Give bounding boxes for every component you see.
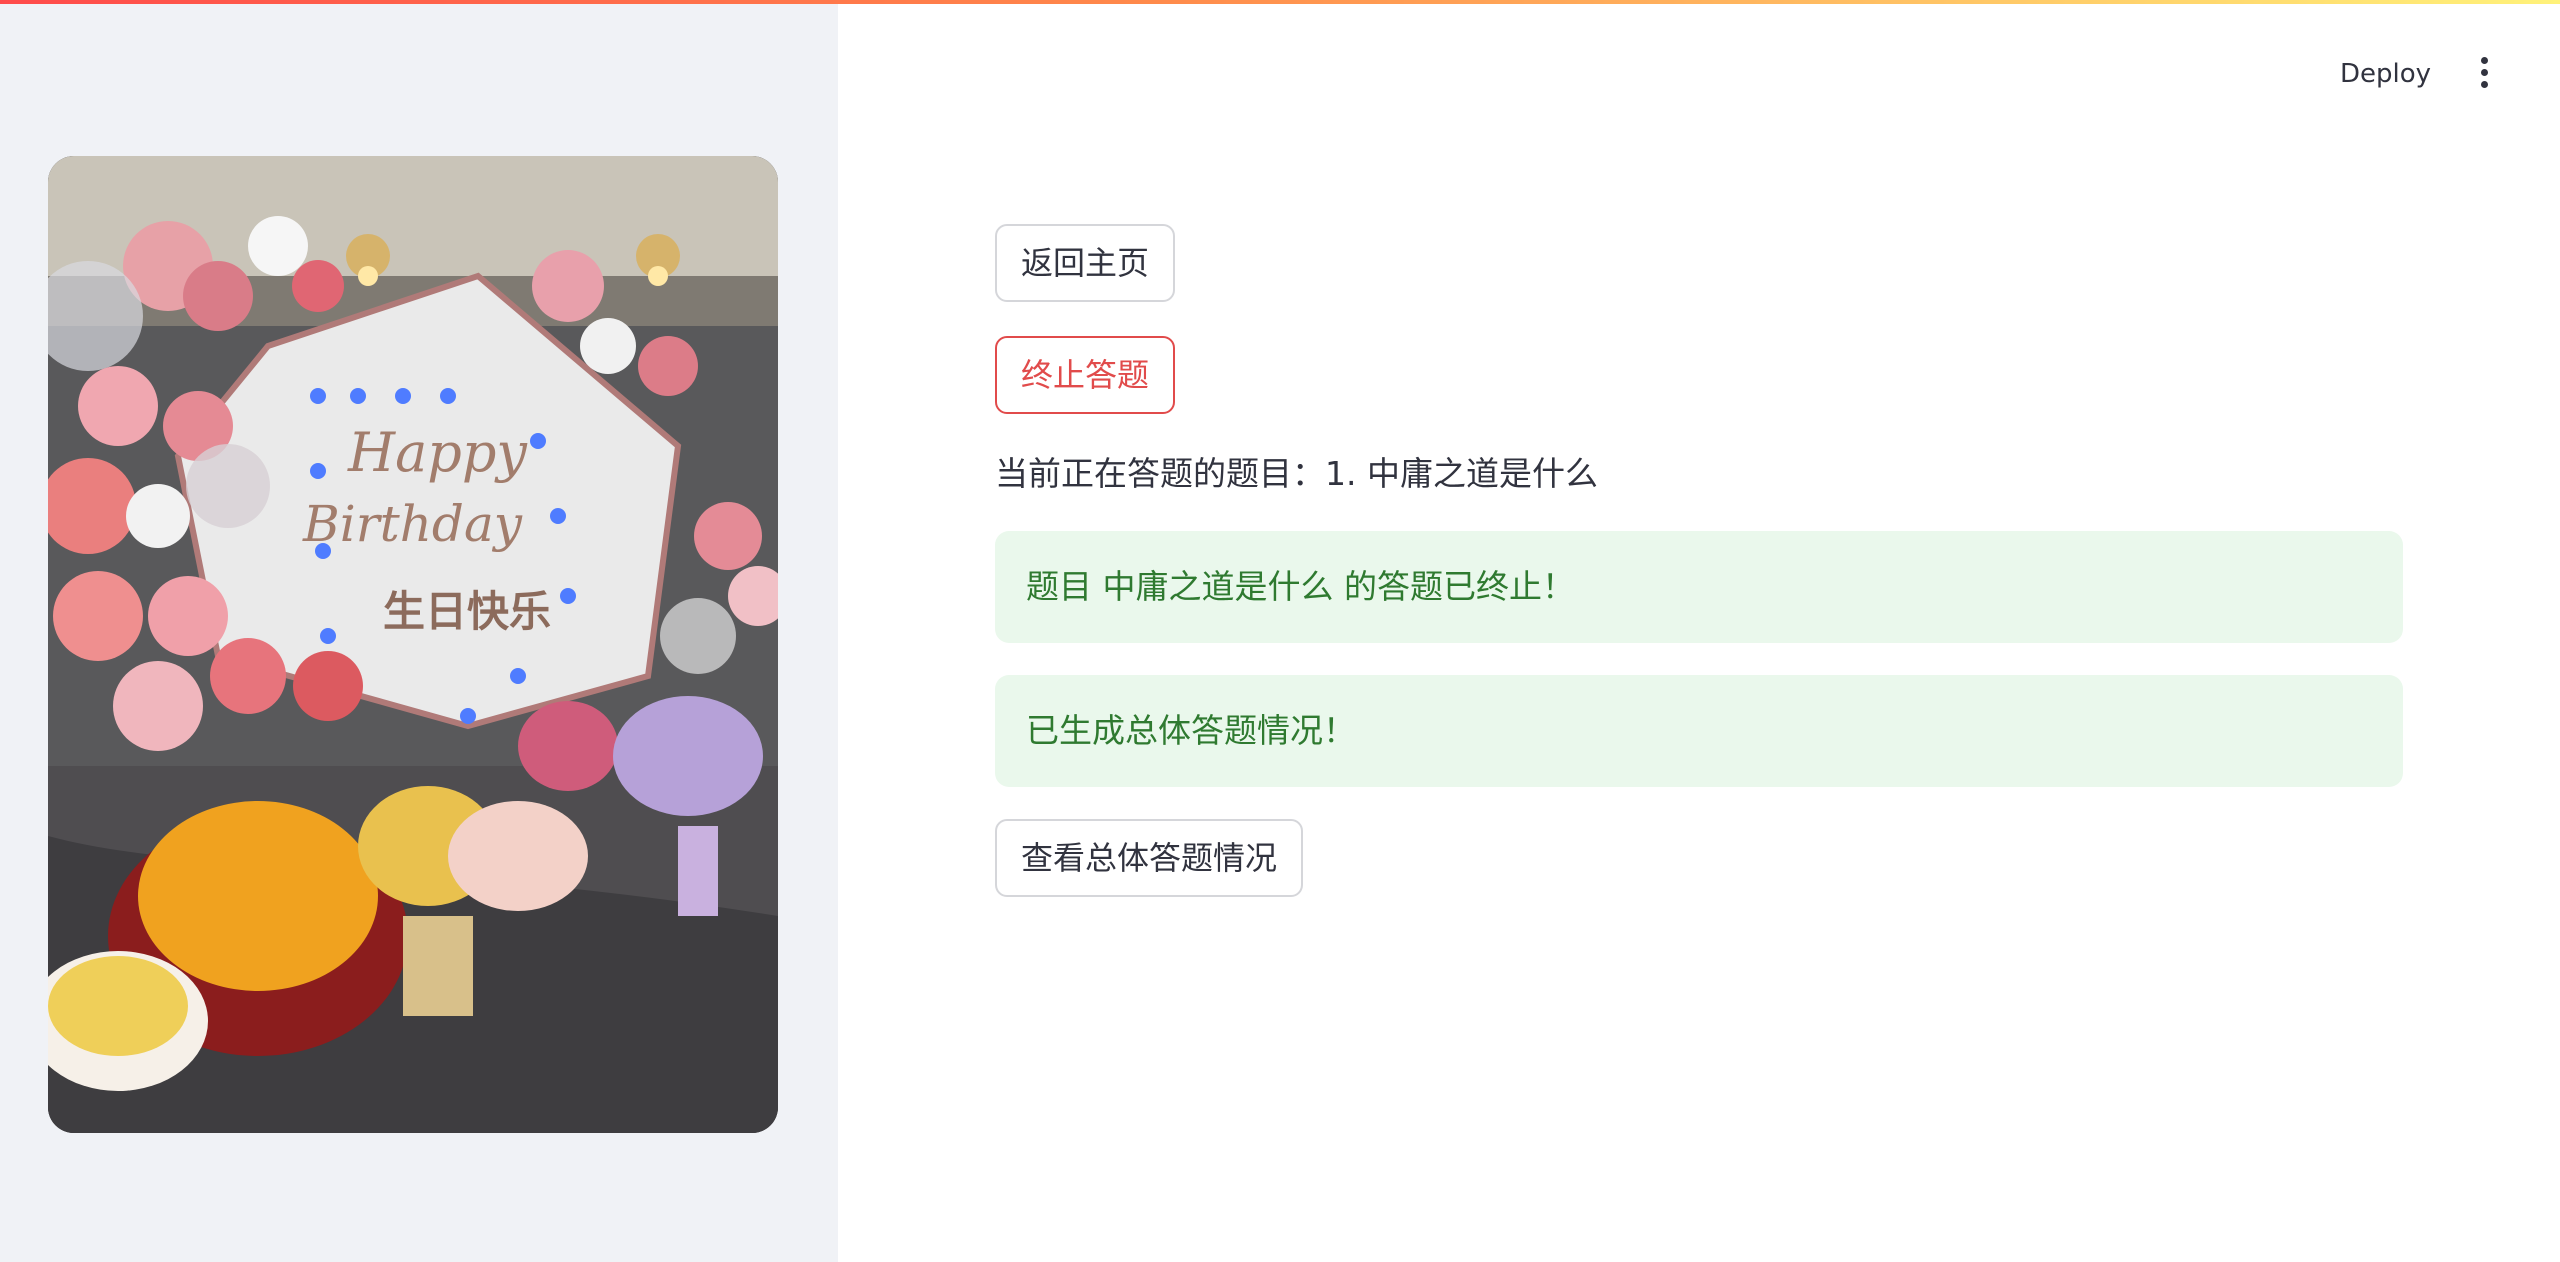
stop-quiz-button[interactable]: 终止答题	[995, 336, 1176, 414]
menu-dot	[2480, 80, 2488, 88]
menu-dot	[2480, 56, 2488, 64]
alert-quiz-stopped: 题目 中庸之道是什么 的答题已终止！	[995, 531, 2403, 643]
back-home-button[interactable]: 返回主页	[995, 224, 1176, 302]
alert-summary-generated: 已生成总体答题情况！	[995, 675, 2403, 787]
birthday-photo-illustration: Happy Birthday 生日快乐	[48, 156, 778, 1133]
sidebar-birthday-image: Happy Birthday 生日快乐	[48, 156, 778, 1133]
image-text-birthday: Birthday	[302, 495, 523, 553]
view-summary-button[interactable]: 查看总体答题情况	[995, 819, 1304, 897]
image-text-happy: Happy	[347, 421, 528, 484]
deploy-button[interactable]: Deploy	[2330, 54, 2441, 94]
menu-dot	[2480, 68, 2488, 76]
current-question-text: 当前正在答题的题目：1. 中庸之道是什么	[995, 454, 1598, 493]
vertical-ellipsis-icon[interactable]	[2464, 52, 2504, 92]
image-text-chinese: 生日快乐	[383, 587, 551, 636]
top-decoration-bar	[0, 0, 2560, 4]
sidebar: Happy Birthday 生日快乐	[0, 0, 838, 1262]
